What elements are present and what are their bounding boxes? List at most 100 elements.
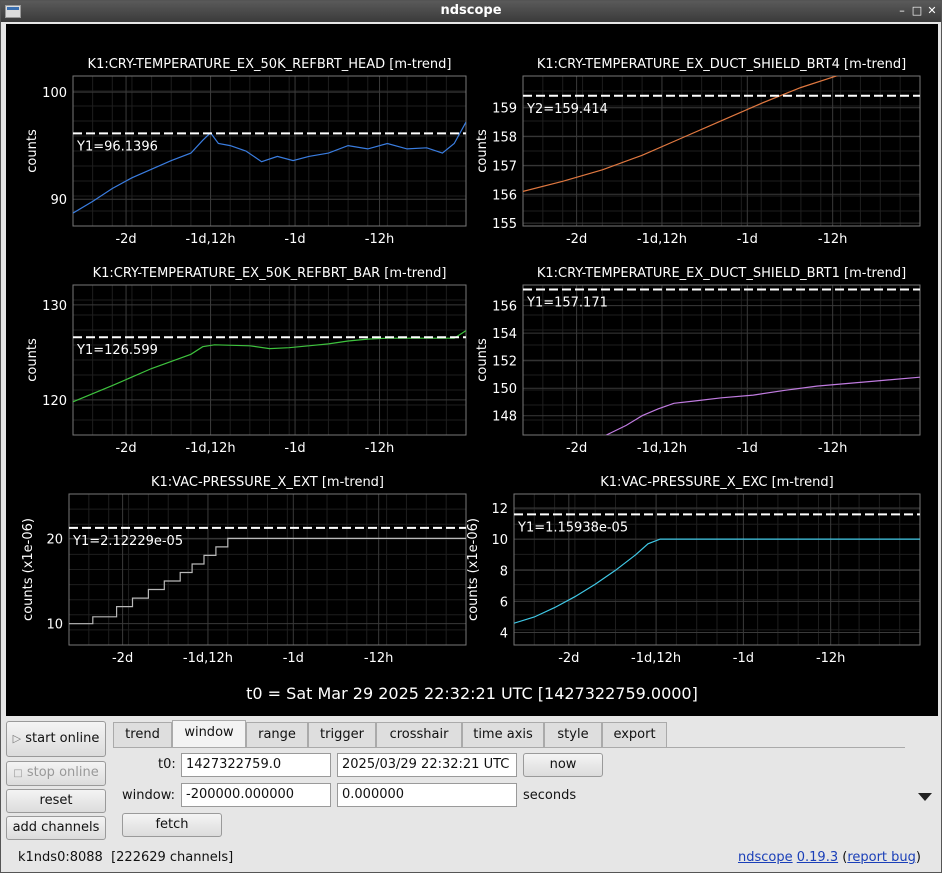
- plot-6: K1:VAC-PRESSURE_X_EXC [m-trend] -2d -1d,12…: [466, 475, 921, 666]
- y-tick-label: 158: [492, 131, 517, 146]
- y-tick-label: 154: [492, 327, 517, 342]
- plot-1: K1:CRY-TEMPERATURE_EX_50K_REFBRT_HEAD [m…: [25, 57, 467, 247]
- tab-export[interactable]: export: [602, 722, 667, 747]
- x-tick-label: -12h: [365, 441, 394, 456]
- t0-gps-input[interactable]: 1427322759.0: [181, 753, 331, 777]
- plot-title: K1:CRY-TEMPERATURE_EX_50K_REFBRT_BAR [m-…: [93, 266, 447, 281]
- y-tick-label: 120: [42, 394, 67, 409]
- x-tick-label: -1d: [284, 441, 305, 456]
- tab-window[interactable]: window: [172, 720, 246, 748]
- window-title: ndscope: [440, 3, 502, 18]
- x-tick-label: -1d,12h: [185, 232, 235, 247]
- x-tick-label: -1d: [737, 441, 758, 456]
- y-axis-label: counts: [25, 129, 40, 173]
- y-tick-label: 12: [491, 502, 508, 517]
- plot-4: K1:CRY-TEMPERATURE_EX_DUCT_SHIELD_BRT1 […: [475, 266, 921, 456]
- x-tick-label: -2d: [115, 232, 136, 247]
- y-tick-label: 157: [492, 159, 517, 174]
- window-end-input[interactable]: 0.000000: [337, 783, 517, 807]
- t0-utc-input[interactable]: 2025/03/29 22:32:21 UTC: [337, 753, 517, 777]
- y-axis-label: counts: [25, 338, 40, 382]
- x-tick-label: -2d: [566, 232, 587, 247]
- y-axis-label: counts (x1e-06): [21, 518, 36, 621]
- y-tick-label: 100: [42, 86, 67, 101]
- cursor-label: Y1=1.15938e-05: [517, 520, 628, 535]
- about-links: ndscope 0.19.3 (report bug): [738, 850, 921, 865]
- tab-trigger[interactable]: trigger: [308, 722, 376, 747]
- cursor-label: Y1=96.1396: [76, 139, 158, 154]
- x-tick-label: -1d,12h: [185, 441, 235, 456]
- stop-online-button[interactable]: □ stop online: [6, 761, 106, 786]
- x-tick-label: -12h: [816, 651, 845, 666]
- x-tick-label: -1d: [283, 651, 304, 666]
- x-tick-label: -2d: [115, 441, 136, 456]
- x-tick-label: -1d,12h: [637, 441, 687, 456]
- tab-time-axis[interactable]: time axis: [462, 722, 544, 747]
- minimize-icon[interactable]: –: [894, 3, 910, 19]
- cursor-label: Y1=126.599: [76, 343, 158, 358]
- report-bug-link[interactable]: report bug: [847, 850, 916, 865]
- scope-canvas[interactable]: K1:CRY-TEMPERATURE_EX_50K_REFBRT_HEAD [m…: [6, 24, 938, 716]
- plot-title: K1:CRY-TEMPERATURE_EX_50K_REFBRT_HEAD [m…: [88, 57, 452, 72]
- y-tick-label: 156: [492, 300, 517, 315]
- x-tick-label: -1d: [733, 651, 754, 666]
- y-tick-label: 130: [42, 299, 67, 314]
- tab-style[interactable]: style: [544, 722, 602, 747]
- start-online-button[interactable]: ▷ start online: [6, 721, 106, 757]
- y-axis-label: counts (x1e-06): [466, 518, 481, 621]
- y-tick-label: 150: [492, 382, 517, 397]
- t0-field-label: t0:: [158, 757, 176, 772]
- tab-trend[interactable]: trend: [113, 722, 172, 747]
- title-bar: ndscope – □ ✕: [1, 1, 941, 22]
- expand-arrow-icon[interactable]: [918, 793, 932, 801]
- y-tick-label: 6: [500, 595, 508, 610]
- fetch-button[interactable]: fetch: [122, 813, 222, 837]
- plot-title: K1:CRY-TEMPERATURE_EX_DUCT_SHIELD_BRT4 […: [537, 57, 906, 72]
- x-tick-label: -2d: [558, 651, 579, 666]
- x-tick-label: -12h: [364, 651, 393, 666]
- reset-button[interactable]: reset: [6, 789, 106, 813]
- tab-range[interactable]: range: [246, 722, 308, 747]
- tab-divider: [113, 747, 905, 748]
- cursor-label: Y2=159.414: [526, 102, 608, 117]
- y-tick-label: 10: [46, 618, 63, 633]
- y-tick-label: 156: [492, 188, 517, 203]
- plots-area[interactable]: K1:CRY-TEMPERATURE_EX_50K_REFBRT_HEAD [m…: [6, 24, 938, 716]
- y-tick-label: 20: [46, 532, 63, 547]
- x-tick-label: -1d: [737, 232, 758, 247]
- x-tick-label: -12h: [365, 232, 394, 247]
- stop-icon: □: [13, 768, 23, 779]
- add-channels-button[interactable]: add channels: [6, 816, 106, 840]
- plot-3: K1:CRY-TEMPERATURE_EX_50K_REFBRT_BAR [m-…: [25, 266, 467, 456]
- x-tick-label: -2d: [112, 651, 133, 666]
- maximize-icon[interactable]: □: [909, 3, 925, 19]
- x-tick-label: -1d,12h: [183, 651, 233, 666]
- y-tick-label: 8: [500, 564, 508, 579]
- stop-online-label: stop online: [26, 765, 99, 780]
- series-line: [606, 376, 920, 435]
- x-tick-label: -12h: [818, 232, 847, 247]
- y-tick-label: 90: [50, 193, 67, 208]
- close-icon[interactable]: ✕: [924, 3, 940, 19]
- version-link[interactable]: 0.19.3: [797, 850, 838, 865]
- tab-crosshair[interactable]: crosshair: [376, 722, 462, 747]
- paren-close: ): [915, 850, 921, 865]
- y-tick-label: 152: [492, 355, 517, 370]
- x-tick-label: -1d: [284, 232, 305, 247]
- y-tick-label: 159: [492, 102, 517, 117]
- x-tick-label: -2d: [566, 441, 587, 456]
- x-tick-label: -1d,12h: [637, 232, 687, 247]
- now-button[interactable]: now: [523, 753, 603, 777]
- plot-2: K1:CRY-TEMPERATURE_EX_DUCT_SHIELD_BRT4 […: [475, 57, 921, 247]
- cursor-label: Y1=2.12229e-05: [72, 534, 183, 549]
- y-tick-label: 148: [492, 410, 517, 425]
- window-start-input[interactable]: -200000.000000: [181, 783, 331, 807]
- x-tick-label: -1d,12h: [631, 651, 681, 666]
- plot-5: K1:VAC-PRESSURE_X_EXT [m-trend] -2d -1d,12…: [21, 475, 467, 666]
- status-bar: k1nds0:8088 [222629 channels]: [18, 850, 233, 865]
- x-tick-label: -12h: [818, 441, 847, 456]
- cursor-label: Y1=157.171: [526, 296, 608, 311]
- server-address: k1nds0:8088: [18, 850, 103, 865]
- ndscope-link[interactable]: ndscope: [738, 850, 793, 865]
- start-online-label: start online: [25, 731, 100, 746]
